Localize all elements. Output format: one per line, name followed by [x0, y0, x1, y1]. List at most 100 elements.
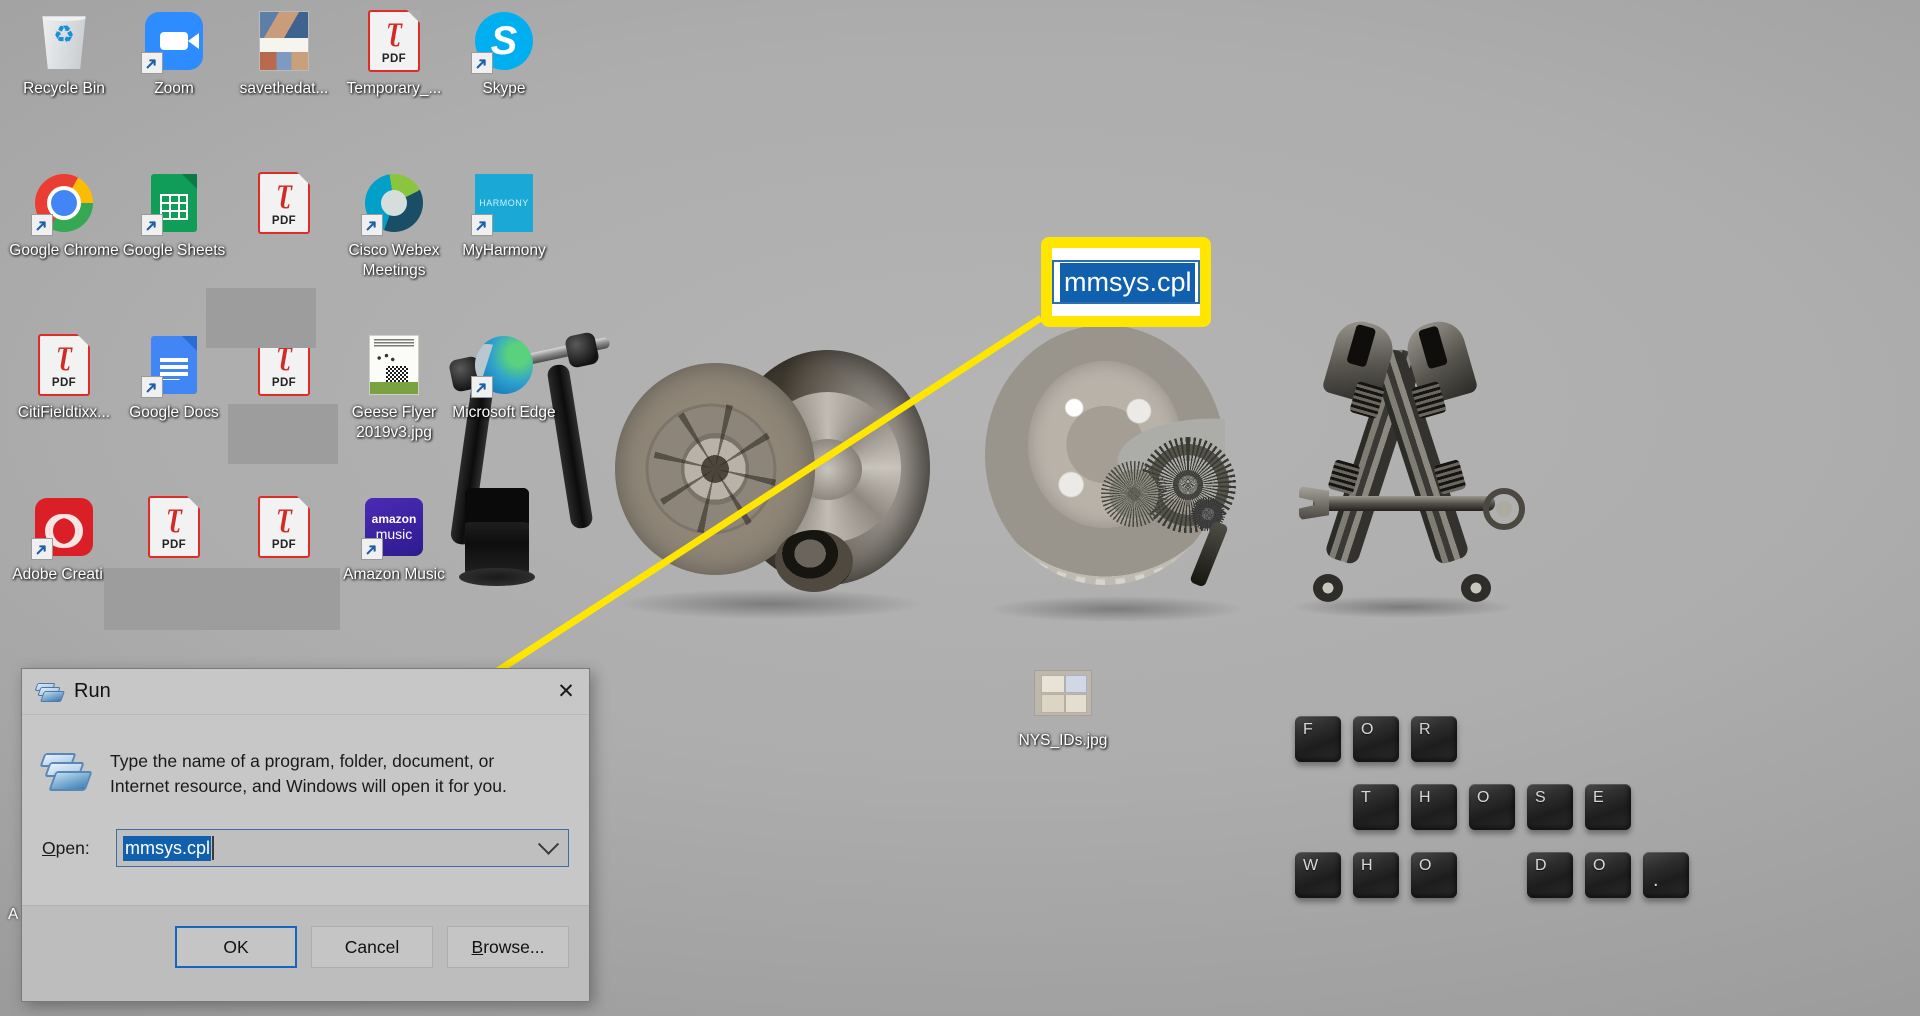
wallpaper-keycap-r: R [1411, 716, 1457, 762]
desktop-icon[interactable]: ♻ Recycle Bin [8, 10, 120, 99]
wallpaper-keycap-s: S [1527, 784, 1573, 830]
wallpaper-keycap-o: O [1353, 716, 1399, 762]
chevron-down-icon[interactable] [537, 833, 560, 855]
run-dialog-titlebar[interactable]: Run ✕ [22, 669, 589, 715]
callout-caret [1194, 265, 1197, 299]
desktop-icon-label: Microsoft Edge [452, 404, 556, 421]
shortcut-arrow-icon [471, 376, 493, 398]
pdf-document-icon: Ʈ PDF [368, 9, 421, 72]
run-large-icon [39, 752, 93, 791]
desktop-icon[interactable]: Ʈ PDF Temporary_... [338, 9, 450, 99]
desktop-icon-label: Adobe Creati... [12, 566, 116, 583]
desktop-icon-glyph: amazon music [361, 496, 425, 560]
desktop-icon-glyph [31, 496, 95, 560]
desktop-icon[interactable]: Microsoft Edge [448, 334, 560, 423]
desktop-icon-label: MyHarmony [462, 242, 546, 259]
shortcut-arrow-icon [361, 214, 383, 236]
desktop-icon-glyph [363, 334, 425, 396]
desktop-icon[interactable]: Ʈ PDF [118, 495, 230, 565]
desktop-screen: FOR THOSE WHODO. ♻ Recycle Bin Zoom savethe… [0, 0, 1920, 1016]
desktop-icon-glyph [361, 172, 425, 236]
wallpaper-clutch-kit [615, 345, 935, 619]
desktop-icon-glyph [253, 10, 315, 72]
wallpaper-keycap-o: O [1585, 852, 1631, 898]
ok-button[interactable]: OK [175, 926, 297, 968]
run-open-row: Open: mmsys.cpl [42, 829, 569, 867]
keycap-gap [1469, 852, 1515, 898]
desktop-icon-glyph [31, 172, 95, 236]
wallpaper-keycap-e: E [1585, 784, 1631, 830]
desktop-icon-label: Skype [482, 80, 526, 97]
run-dialog-body: Type the name of a program, folder, docu… [22, 715, 589, 867]
recycle-bin-icon: ♻ [42, 16, 86, 69]
callout-inner: mmsys.cpl [1052, 248, 1200, 316]
wallpaper-keycap-t: T [1353, 784, 1399, 830]
browse-button[interactable]: Browse... [447, 926, 569, 968]
desktop-icon-label: Google Docs [129, 404, 219, 421]
desktop-icon-glyph: Ʈ PDF [33, 333, 95, 396]
redaction-block [228, 404, 338, 464]
pdf-document-icon: Ʈ PDF [148, 495, 201, 558]
desktop-icon[interactable]: Ʈ PDF CitiFieldtixx... [8, 333, 120, 423]
desktop-icon-glyph: Ʈ PDF [253, 495, 315, 558]
pdf-document-icon: Ʈ PDF [258, 495, 311, 558]
desktop-icon[interactable]: Google Chrome [8, 172, 120, 261]
pdf-document-icon: Ʈ PDF [38, 333, 91, 396]
desktop-icon-glyph: HARMONY [471, 172, 535, 236]
image-thumbnail-icon [369, 335, 419, 395]
desktop-icon[interactable]: amazon music Amazon Music [338, 496, 450, 585]
desktop-icon-label: CitiFieldtixx... [17, 404, 111, 421]
desktop-icon[interactable]: S Skype [448, 10, 560, 99]
open-field-label: Open: [42, 838, 104, 859]
desktop-icon[interactable]: HARMONY MyHarmony [448, 172, 560, 261]
desktop-icon-label: Google Chrome [9, 242, 119, 259]
redaction-block [206, 288, 316, 348]
partial-icon-label: A [8, 906, 19, 923]
desktop-icon-label: Google Sheets [122, 242, 226, 259]
redaction-block [104, 568, 340, 630]
desktop-icon[interactable]: NYS_IDs.jpg [1007, 662, 1119, 751]
shortcut-arrow-icon [31, 214, 53, 236]
desktop-icon[interactable]: Google Sheets [118, 172, 230, 261]
shortcut-arrow-icon [471, 52, 493, 74]
desktop-icon-glyph: Ʈ PDF [363, 9, 425, 72]
wallpaper-keycap-row-1: FOR [1295, 716, 1457, 762]
run-window-icon [34, 682, 66, 702]
desktop-icon-label: Temporary_... [346, 80, 442, 97]
wallpaper-keycap-h: H [1353, 852, 1399, 898]
wallpaper-keycap-o: O [1411, 852, 1457, 898]
callout-box: mmsys.cpl [1041, 237, 1211, 327]
desktop-icon-label: Amazon Music [343, 566, 445, 583]
shortcut-arrow-icon [141, 214, 163, 236]
wallpaper-keycap-row-3: WHODO. [1295, 852, 1689, 898]
desktop-icon-glyph [141, 172, 205, 236]
desktop-icon-glyph: ♻ [33, 10, 95, 72]
shortcut-arrow-icon [471, 214, 493, 236]
desktop-icon[interactable]: Zoom [118, 10, 230, 99]
desktop-icon[interactable]: Ʈ PDF [228, 495, 340, 565]
desktop-icon-label: Zoom [154, 80, 194, 97]
desktop-icon-glyph [141, 10, 205, 74]
wallpaper-keycap-row-2: THOSE [1353, 784, 1631, 830]
desktop-icon[interactable]: savethedat... [228, 10, 340, 99]
open-input-value[interactable]: mmsys.cpl [123, 835, 211, 861]
photo-thumbnail-icon [259, 11, 309, 71]
desktop-icon-glyph [1032, 662, 1094, 724]
desktop-icon-label: Cisco Webex Meetings [348, 242, 440, 279]
desktop-icon-label: NYS_IDs.jpg [1018, 732, 1108, 749]
run-dialog-footer: OK Cancel Browse... [22, 905, 589, 1001]
open-combobox[interactable]: mmsys.cpl [116, 829, 569, 867]
image-thumbnail-icon [1034, 670, 1092, 716]
run-dialog[interactable]: Run ✕ Type the name of a program, folder… [21, 668, 590, 1002]
shortcut-arrow-icon [361, 538, 383, 560]
desktop-icon[interactable]: Ʈ PDF [228, 171, 340, 241]
shortcut-arrow-icon [141, 376, 163, 398]
desktop-icon[interactable]: Geese Flyer 2019v3.jpg [338, 334, 450, 443]
cancel-button[interactable]: Cancel [311, 926, 433, 968]
desktop-icon-glyph: Ʈ PDF [143, 495, 205, 558]
desktop-icon[interactable]: Cisco Webex Meetings [338, 172, 450, 281]
wallpaper-keycap-h: H [1411, 784, 1457, 830]
close-icon[interactable]: ✕ [543, 669, 589, 715]
desktop-icon-glyph [471, 334, 535, 398]
pdf-document-icon: Ʈ PDF [258, 171, 311, 234]
